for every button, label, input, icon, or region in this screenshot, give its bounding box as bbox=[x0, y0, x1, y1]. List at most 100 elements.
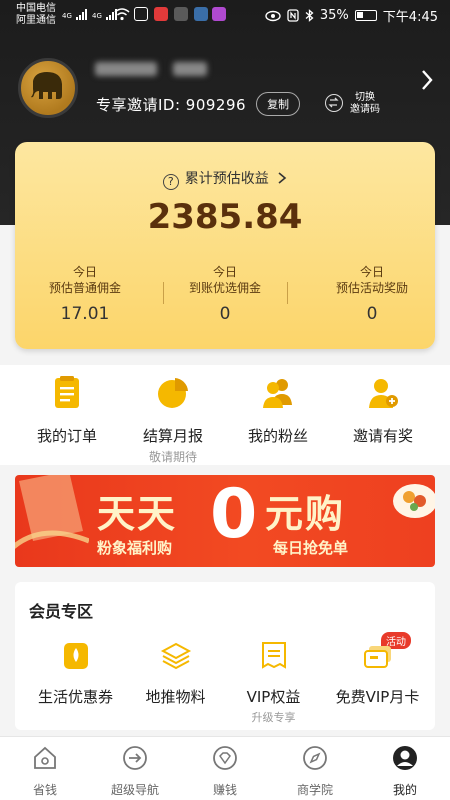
banner-sub-right: 每日抢免单 bbox=[273, 539, 349, 557]
nav-save-money[interactable]: 省钱 bbox=[0, 745, 90, 798]
layers-icon bbox=[160, 642, 191, 670]
earnings-col-value: 0 bbox=[366, 304, 378, 324]
banner-sub-left: 粉象福利购 bbox=[97, 539, 173, 557]
earnings-col-label: 预估活动奖励 bbox=[335, 281, 408, 295]
member-item-coupons[interactable]: 生活优惠券 bbox=[23, 640, 128, 707]
bottom-nav: 省钱 超级导航 赚钱 商学院 我的 bbox=[0, 736, 450, 800]
elephant-logo-icon bbox=[31, 72, 62, 99]
switch-label-2: 邀请码 bbox=[350, 104, 380, 115]
member-section-title: 会员专区 bbox=[29, 602, 94, 621]
invite-id-label: 专享邀请ID: 909296 bbox=[96, 95, 247, 114]
feature-label: 结算月报 bbox=[142, 427, 203, 445]
diamond-icon bbox=[213, 746, 237, 770]
divider bbox=[287, 282, 288, 304]
notification-2-icon bbox=[154, 7, 168, 21]
feature-monthly-report[interactable]: 结算月报 敬请期待 bbox=[117, 375, 229, 465]
banner-text-right: 元购 bbox=[265, 492, 346, 536]
carrier-2: 阿里通信 bbox=[16, 15, 56, 26]
switch-label-1: 切换 bbox=[355, 92, 375, 103]
feature-sublabel: 敬请期待 bbox=[148, 450, 197, 464]
promo-banner[interactable]: 天天 0 元购 粉象福利购 每日抢免单 bbox=[15, 475, 435, 567]
earnings-col-label-top: 今日 bbox=[212, 265, 237, 279]
member-item-label: 免费VIP月卡 bbox=[335, 688, 420, 706]
member-item-sublabel: 升级专享 bbox=[251, 711, 296, 724]
battery-icon bbox=[354, 10, 377, 21]
feature-label: 邀请有奖 bbox=[352, 427, 413, 445]
member-item-vip-rights[interactable]: VIP权益 升级专享 bbox=[221, 640, 326, 725]
nfc-icon bbox=[287, 9, 299, 22]
earnings-col-label-top: 今日 bbox=[72, 265, 97, 279]
nav-earn-money[interactable]: 赚钱 bbox=[180, 745, 270, 798]
member-item-free-vip[interactable]: 免费VIP月卡 bbox=[325, 640, 430, 707]
feature-invite-reward[interactable]: 邀请有奖 bbox=[327, 375, 439, 446]
carrier-1: 中国电信 bbox=[16, 3, 56, 14]
earnings-col-preferred: 今日 到账优选佣金 0 bbox=[155, 264, 295, 324]
invite-row: 专享邀请ID: 909296 复制 bbox=[96, 92, 301, 116]
network-type-2: 4G bbox=[92, 12, 102, 20]
chevron-right-small-icon bbox=[278, 172, 287, 184]
nav-label: 我的 bbox=[392, 783, 417, 797]
earnings-col-label: 到账优选佣金 bbox=[188, 281, 261, 295]
earnings-col-activity: 今日 预估活动奖励 0 bbox=[302, 264, 442, 324]
earnings-card: ? 累计预估收益 2385.84 今日 预估普通佣金 17.01 今日 到账优选佣… bbox=[15, 142, 435, 349]
nav-business-school[interactable]: 商学院 bbox=[270, 745, 360, 798]
feature-row: 我的订单 结算月报 敬请期待 我的粉丝 邀请有奖 bbox=[0, 365, 450, 465]
compass-icon bbox=[303, 746, 327, 770]
coupon-icon bbox=[63, 643, 88, 669]
feature-label: 我的粉丝 bbox=[247, 427, 308, 445]
wechat-icon bbox=[174, 7, 188, 21]
earnings-col-value: 0 bbox=[219, 304, 231, 324]
carrier-info: 中国电信 阿里通信 bbox=[16, 3, 56, 27]
feature-label: 我的订单 bbox=[36, 427, 97, 445]
nav-super-navigation[interactable]: 超级导航 bbox=[90, 745, 180, 798]
copy-button[interactable]: 复制 bbox=[256, 92, 301, 116]
vip-card-icon bbox=[261, 642, 286, 669]
notification-4-icon bbox=[212, 7, 226, 21]
order-list-icon bbox=[55, 376, 79, 408]
feature-my-orders[interactable]: 我的订单 bbox=[11, 375, 123, 446]
banner-text-left: 天天 bbox=[97, 492, 178, 536]
earnings-col-value: 17.01 bbox=[60, 304, 110, 324]
earnings-col-label: 预估普通佣金 bbox=[48, 281, 121, 295]
earnings-total: 2385.84 bbox=[147, 197, 303, 237]
signal-1-icon: 4G bbox=[62, 8, 87, 20]
status-right: 35% 下午4:45 bbox=[265, 6, 438, 25]
notification-3-icon bbox=[194, 7, 208, 21]
gift-paper-icon bbox=[15, 475, 89, 550]
username-blurred bbox=[95, 58, 215, 80]
earnings-title: 累计预估收益 bbox=[184, 171, 269, 187]
battery-percent: 35% bbox=[319, 8, 349, 23]
eye-icon bbox=[265, 10, 281, 21]
member-section: 会员专区 活动 生活优惠券 地推物料 VIP权益 升级专享 免费VIP月卡 bbox=[15, 582, 435, 730]
earnings-col-normal: 今日 预估普通佣金 17.01 bbox=[15, 264, 155, 324]
food-plate-icon bbox=[393, 484, 435, 518]
member-item-label: 生活优惠券 bbox=[37, 688, 113, 706]
clock: 下午4:45 bbox=[382, 10, 438, 25]
switch-code-icon[interactable] bbox=[325, 94, 343, 112]
home-icon bbox=[34, 746, 56, 769]
notification-1-icon bbox=[134, 7, 148, 21]
banner-zero: 0 bbox=[210, 475, 258, 554]
pie-chart-icon bbox=[158, 378, 188, 408]
invite-user-icon bbox=[369, 379, 398, 408]
nav-label: 省钱 bbox=[32, 783, 57, 797]
feature-my-fans[interactable]: 我的粉丝 bbox=[222, 375, 334, 446]
earnings-title-row[interactable]: ? 累计预估收益 bbox=[15, 168, 435, 190]
nav-label: 商学院 bbox=[296, 783, 333, 797]
nav-label: 赚钱 bbox=[212, 783, 237, 797]
status-bar: 中国电信 阿里通信 4G 4G 35% 下午4:45 bbox=[0, 0, 450, 30]
nav-mine[interactable]: 我的 bbox=[360, 745, 450, 798]
nav-label: 超级导航 bbox=[110, 783, 159, 797]
member-item-label: 地推物料 bbox=[145, 688, 206, 706]
user-profile-icon bbox=[393, 746, 417, 770]
bluetooth-icon bbox=[305, 9, 314, 22]
question-icon[interactable]: ? bbox=[162, 174, 179, 190]
chevron-right-icon[interactable] bbox=[420, 68, 434, 92]
network-type-1: 4G bbox=[62, 12, 72, 20]
avatar[interactable] bbox=[18, 58, 78, 118]
wifi-icon bbox=[114, 8, 130, 21]
member-item-label: VIP权益 bbox=[246, 688, 301, 706]
switch-code-button[interactable]: 切换 邀请码 bbox=[350, 92, 380, 116]
member-item-materials[interactable]: 地推物料 bbox=[123, 640, 228, 707]
earnings-col-label-top: 今日 bbox=[359, 265, 384, 279]
